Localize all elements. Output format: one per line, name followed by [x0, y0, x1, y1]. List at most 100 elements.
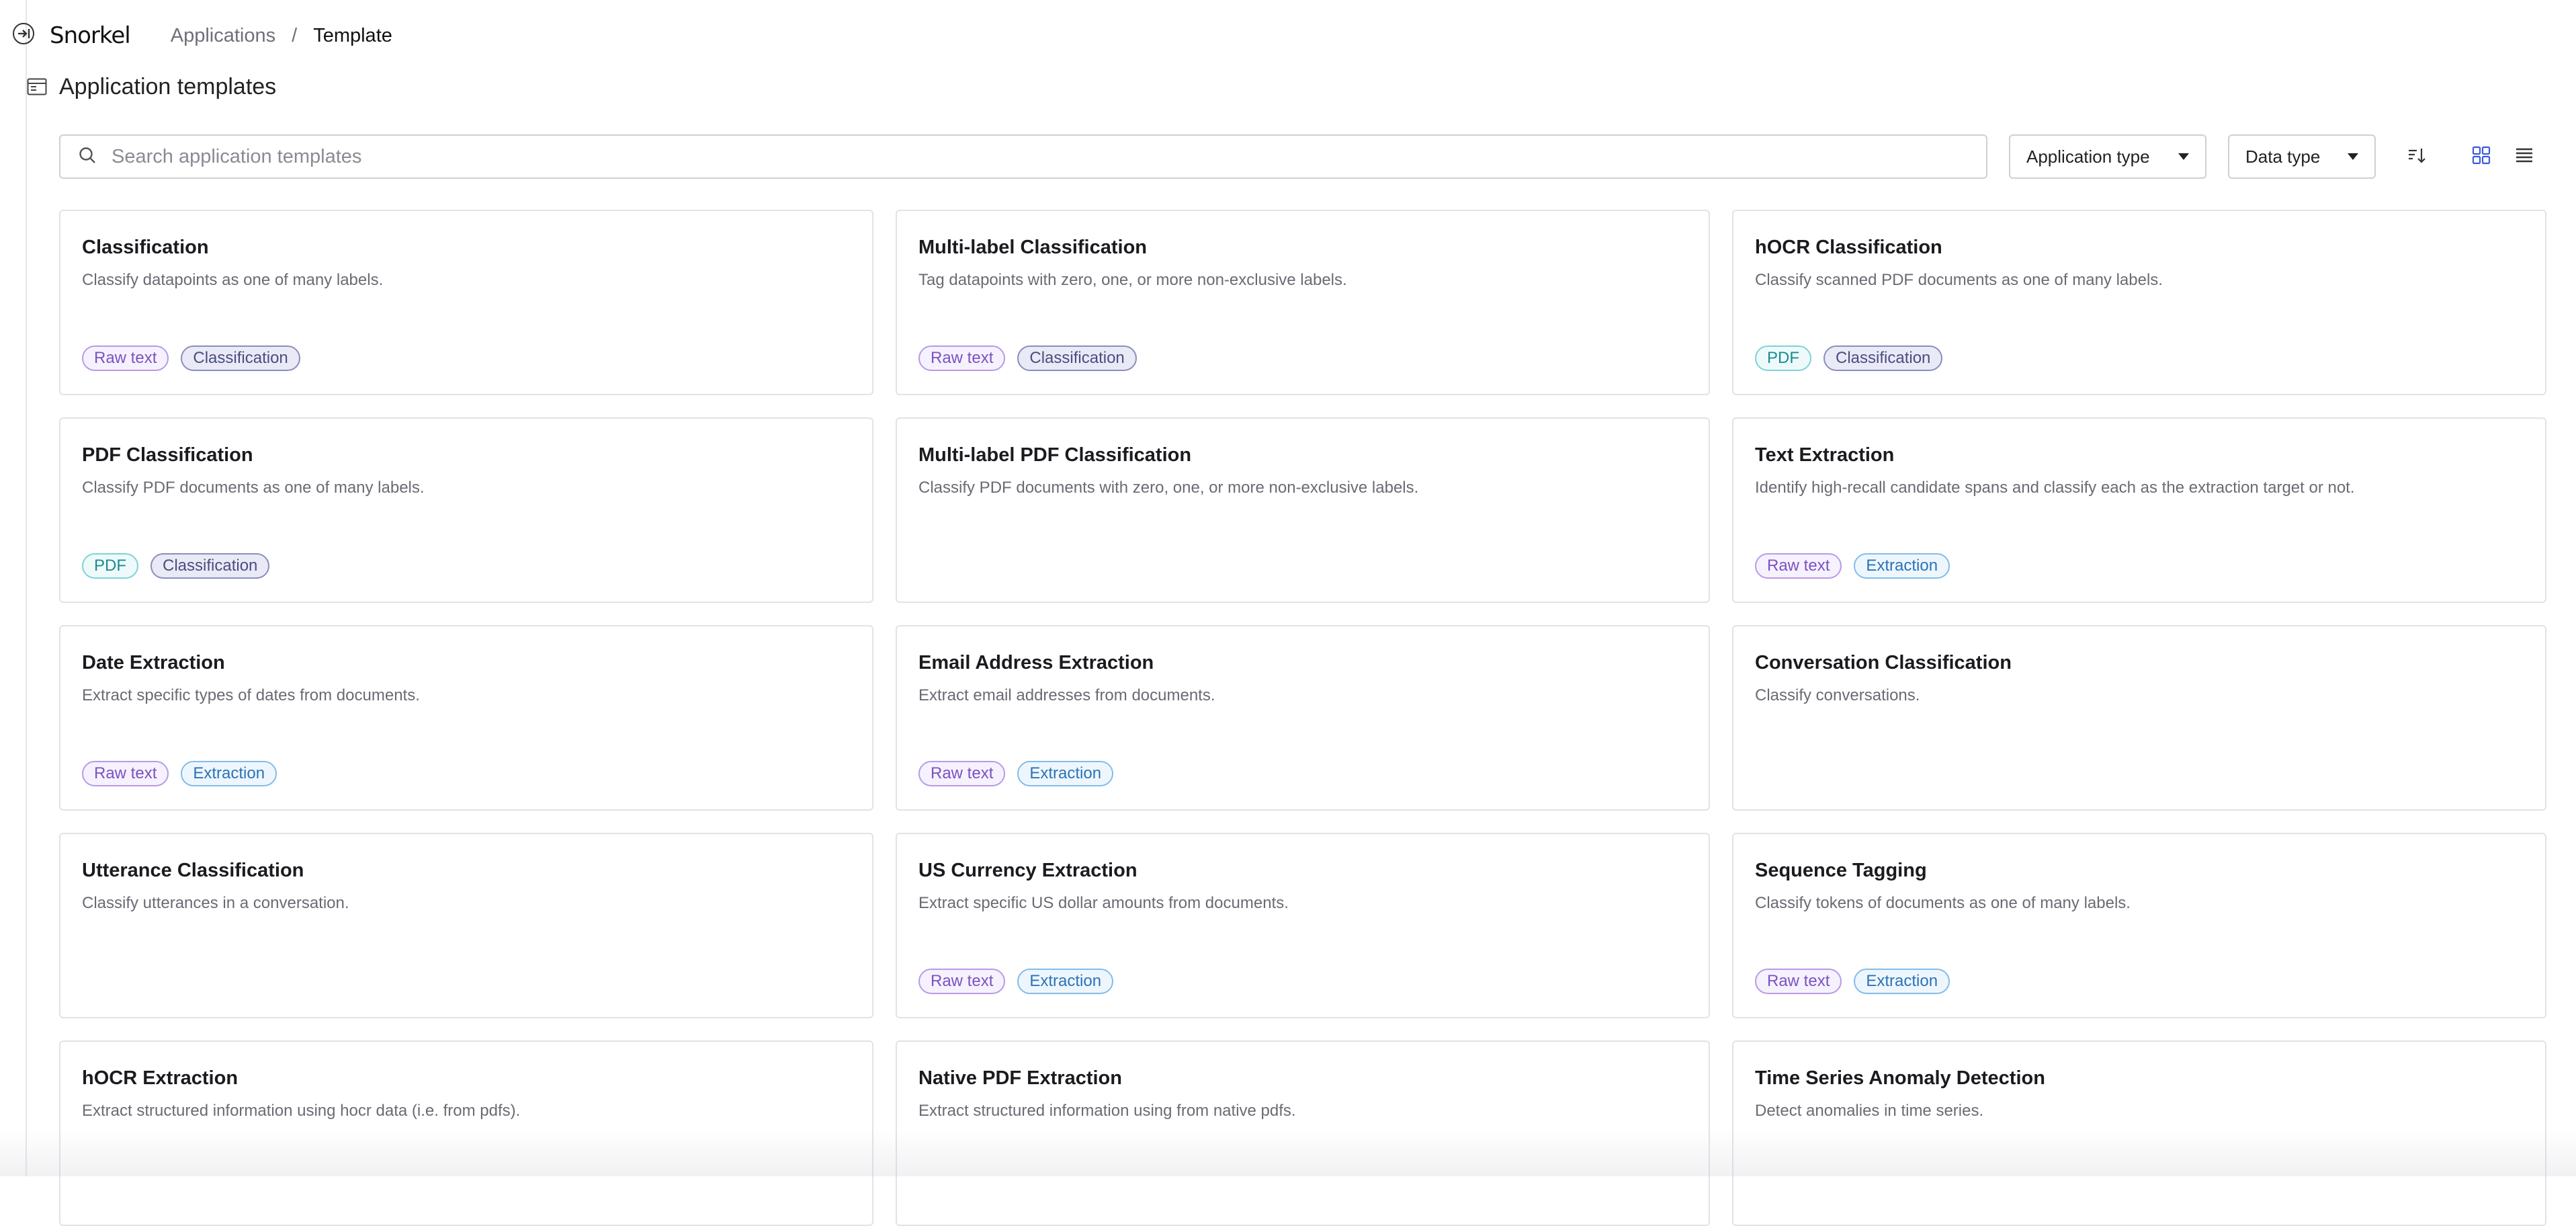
- topbar: Snorkel Applications / Template: [50, 17, 392, 54]
- breadcrumb-applications[interactable]: Applications: [171, 25, 275, 47]
- template-card[interactable]: Classification Classify datapoints as one…: [59, 210, 873, 395]
- template-card-title: Multi-label Classification: [918, 237, 1147, 258]
- template-card-description: Classify scanned PDF documents as one of…: [1755, 271, 2163, 289]
- expand-sidebar-icon: [12, 22, 35, 48]
- template-card-description: Classify conversations.: [1755, 686, 1920, 704]
- template-card-tags: Raw text Classification: [918, 345, 1149, 371]
- template-card-tags: Raw text Extraction: [1755, 553, 1962, 579]
- template-card-title: Multi-label PDF Classification: [918, 444, 1192, 466]
- template-card-description: Classify tokens of documents as one of m…: [1755, 894, 2131, 912]
- template-card[interactable]: hOCR Extraction Extract structured inform…: [59, 1040, 873, 1226]
- page-title: Application templates: [59, 73, 277, 99]
- template-card-description: Classify utterances in a conversation.: [82, 894, 349, 912]
- template-card-title: Date Extraction: [82, 652, 225, 673]
- breadcrumb-current: Template: [313, 24, 392, 46]
- list-view-button[interactable]: [2507, 140, 2541, 173]
- template-card[interactable]: Multi-label PDF Classification Classify P…: [896, 417, 1710, 603]
- tag-raw: Raw text: [918, 761, 1006, 786]
- template-card-grid: Classification Classify datapoints as one…: [59, 210, 2546, 1226]
- template-card-description: Extract structured information using hoc…: [82, 1102, 521, 1120]
- tag-extraction: Extraction: [181, 761, 277, 786]
- tag-raw: Raw text: [918, 969, 1006, 994]
- template-card-title: Classification: [82, 237, 209, 258]
- tag-classification: Classification: [1823, 345, 1943, 371]
- search-icon: [78, 146, 97, 168]
- expand-sidebar-button[interactable]: [5, 20, 42, 50]
- template-card-title: hOCR Extraction: [82, 1067, 239, 1089]
- grid-view-icon: [2471, 145, 2491, 169]
- caret-down-icon: [2348, 153, 2358, 160]
- template-card-description: Classify PDF documents as one of many la…: [82, 479, 425, 497]
- template-card[interactable]: Multi-label Classification Tag datapoints…: [896, 210, 1710, 395]
- tag-extraction: Extraction: [1017, 761, 1114, 786]
- list-view-icon: [2514, 145, 2534, 169]
- caret-down-icon: [2178, 153, 2189, 160]
- left-rail: [0, 0, 27, 1176]
- tag-raw: Raw text: [82, 345, 169, 371]
- data-type-label: Data type: [2245, 146, 2321, 167]
- template-card-tags: Raw text Extraction: [1755, 969, 1962, 994]
- template-card[interactable]: Conversation Classification Classify conv…: [1732, 625, 2546, 811]
- tag-raw: Raw text: [918, 345, 1006, 371]
- tag-pdf: PDF: [1755, 345, 1811, 371]
- template-card-tags: Raw text Extraction: [82, 761, 289, 786]
- tag-pdf: PDF: [82, 553, 138, 579]
- search-box[interactable]: [59, 134, 1987, 179]
- template-card[interactable]: Time Series Anomaly Detection Detect anom…: [1732, 1040, 2546, 1226]
- template-card[interactable]: Text Extraction Identify high-recall cand…: [1732, 417, 2546, 603]
- template-card-title: Time Series Anomaly Detection: [1755, 1067, 2045, 1089]
- tag-raw: Raw text: [1755, 969, 1842, 994]
- template-card[interactable]: Native PDF Extraction Extract structured …: [896, 1040, 1710, 1226]
- template-card-description: Extract specific types of dates from doc…: [82, 686, 420, 704]
- app-logo[interactable]: Snorkel: [50, 22, 131, 49]
- tag-classification: Classification: [151, 553, 270, 579]
- template-card[interactable]: Date Extraction Extract specific types of…: [59, 625, 873, 811]
- template-card-title: Text Extraction: [1755, 444, 1895, 466]
- template-card-tags: Raw text Extraction: [918, 969, 1125, 994]
- template-card[interactable]: PDF Classification Classify PDF documents…: [59, 417, 873, 603]
- tag-raw: Raw text: [1755, 553, 1842, 579]
- template-card-tags: Raw text Classification: [82, 345, 312, 371]
- template-card-description: Extract structured information using fro…: [918, 1102, 1296, 1120]
- application-type-label: Application type: [2026, 146, 2150, 167]
- application-type-dropdown[interactable]: Application type: [2009, 134, 2206, 179]
- template-card-title: PDF Classification: [82, 444, 253, 466]
- toolbar: Application type Data type: [59, 134, 2545, 179]
- breadcrumb: Applications / Template: [171, 25, 392, 47]
- template-card-title: hOCR Classification: [1755, 237, 1942, 258]
- template-card-description: Tag datapoints with zero, one, or more n…: [918, 271, 1347, 289]
- template-card-title: US Currency Extraction: [918, 860, 1137, 881]
- template-card-description: Extract specific US dollar amounts from …: [918, 894, 1289, 912]
- template-card-title: Conversation Classification: [1755, 652, 2012, 673]
- template-card[interactable]: Sequence Tagging Classify tokens of docum…: [1732, 833, 2546, 1018]
- search-input[interactable]: [110, 145, 1924, 169]
- template-card[interactable]: Email Address Extraction Extract email ad…: [896, 625, 1710, 811]
- template-card-title: Utterance Classification: [82, 860, 304, 881]
- template-card[interactable]: hOCR Classification Classify scanned PDF …: [1732, 210, 2546, 395]
- tag-raw: Raw text: [82, 761, 169, 786]
- data-type-dropdown[interactable]: Data type: [2228, 134, 2376, 179]
- template-card-tags: PDF Classification: [1755, 345, 1955, 371]
- sort-button[interactable]: [2400, 140, 2434, 173]
- template-card[interactable]: US Currency Extraction Extract specific U…: [896, 833, 1710, 1018]
- template-card-description: Classify PDF documents with zero, one, o…: [918, 479, 1419, 497]
- grid-view-button[interactable]: [2464, 140, 2498, 173]
- template-card-description: Classify datapoints as one of many label…: [82, 271, 384, 289]
- template-card-title: Sequence Tagging: [1755, 860, 1927, 881]
- tag-extraction: Extraction: [1854, 969, 1950, 994]
- template-card-description: Extract email addresses from documents.: [918, 686, 1215, 704]
- template-card-description: Identify high-recall candidate spans and…: [1755, 479, 2355, 497]
- tag-extraction: Extraction: [1017, 969, 1114, 994]
- template-card[interactable]: Utterance Classification Classify utteran…: [59, 833, 873, 1018]
- breadcrumb-separator: /: [292, 24, 298, 46]
- page-header: Application templates: [27, 70, 276, 104]
- template-card-tags: PDF Classification: [82, 553, 282, 579]
- sort-icon: [2407, 145, 2427, 169]
- tag-classification: Classification: [181, 345, 300, 371]
- template-card-title: Native PDF Extraction: [918, 1067, 1122, 1089]
- template-card-description: Detect anomalies in time series.: [1755, 1102, 1984, 1120]
- tag-extraction: Extraction: [1854, 553, 1950, 579]
- template-card-tags: Raw text Extraction: [918, 761, 1125, 786]
- tag-classification: Classification: [1017, 345, 1137, 371]
- template-list-icon: [27, 78, 47, 95]
